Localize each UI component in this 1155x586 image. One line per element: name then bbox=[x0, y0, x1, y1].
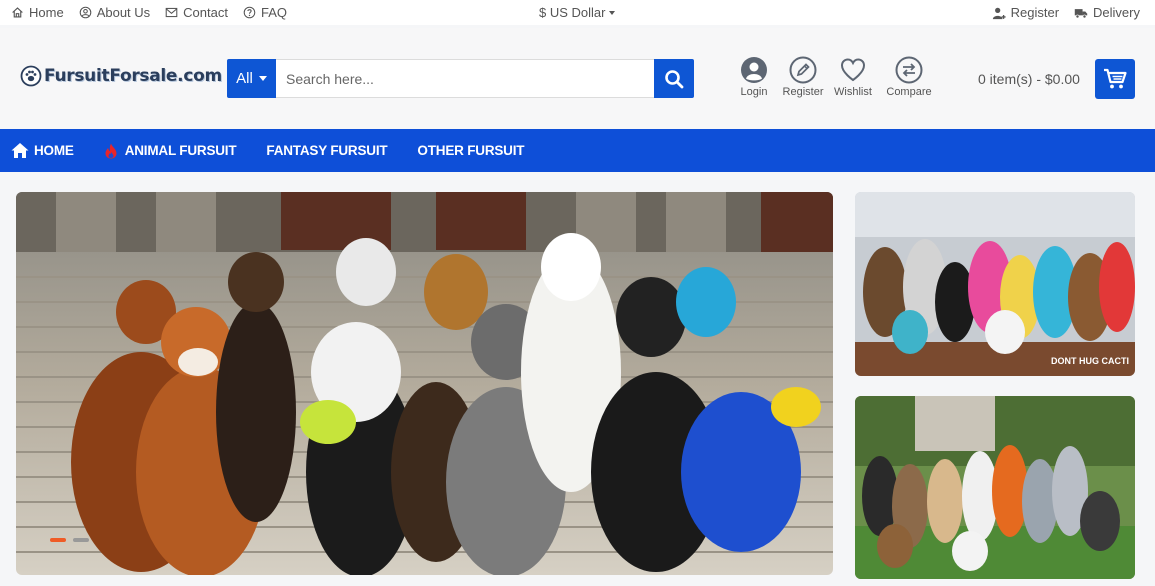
cart-icon bbox=[1103, 68, 1127, 89]
currency-label: $ US Dollar bbox=[539, 5, 606, 20]
top-link-delivery[interactable]: Delivery bbox=[1074, 5, 1140, 20]
top-links: Home About Us Contact FAQ bbox=[11, 0, 302, 25]
top-link-label: About Us bbox=[96, 5, 151, 20]
nav-item-label: FANTASY FURSUIT bbox=[266, 143, 388, 158]
site-header: FursuitForsale.com All Login Register Wi… bbox=[0, 28, 1155, 129]
action-label: Register bbox=[782, 86, 824, 98]
top-link-contact[interactable]: Contact bbox=[165, 5, 228, 20]
chevron-down-icon bbox=[609, 10, 616, 15]
register-button[interactable]: Register bbox=[780, 56, 826, 98]
side-banner-image[interactable] bbox=[855, 396, 1135, 579]
user-icon bbox=[741, 57, 767, 83]
compare-button[interactable]: Compare bbox=[880, 56, 938, 98]
hero-slider[interactable] bbox=[16, 192, 833, 575]
nav-item-fantasy-fursuit[interactable]: FANTASY FURSUIT bbox=[266, 143, 387, 158]
action-label: Wishlist bbox=[834, 86, 872, 98]
main-nav: HOME ANIMAL FURSUIT FANTASY FURSUIT OTHE… bbox=[0, 129, 1155, 172]
compare-icon bbox=[895, 56, 923, 84]
search-button[interactable] bbox=[654, 59, 694, 98]
nav-item-other-fursuit[interactable]: OTHER FURSUIT bbox=[417, 143, 524, 158]
paw-logo-icon bbox=[20, 65, 42, 87]
action-label: Compare bbox=[886, 86, 932, 98]
top-link-label: Contact bbox=[183, 5, 228, 20]
currency-dropdown[interactable]: $ US Dollar bbox=[539, 0, 616, 25]
nav-item-label: OTHER FURSUIT bbox=[417, 143, 525, 158]
slider-dot[interactable] bbox=[50, 538, 66, 542]
header-actions: Login Register Wishlist Compare bbox=[730, 56, 938, 98]
top-link-label: FAQ bbox=[260, 5, 287, 20]
user-plus-icon bbox=[992, 7, 1006, 19]
slider-dots bbox=[50, 538, 96, 542]
logo-text: FursuitForsale.com bbox=[44, 66, 222, 86]
login-button[interactable]: Login bbox=[730, 56, 778, 98]
search-category-label: All bbox=[236, 70, 253, 87]
user-circle-icon bbox=[79, 6, 91, 19]
slider-dot[interactable] bbox=[73, 538, 89, 542]
nav-item-home[interactable]: HOME bbox=[11, 142, 74, 159]
top-link-label: Home bbox=[29, 5, 64, 20]
truck-icon bbox=[1074, 8, 1088, 18]
chevron-down-icon bbox=[258, 76, 267, 81]
nav-item-label: ANIMAL FURSUIT bbox=[124, 143, 237, 158]
nav-item-animal-fursuit[interactable]: ANIMAL FURSUIT bbox=[104, 143, 237, 159]
top-link-register[interactable]: Register bbox=[992, 5, 1059, 20]
top-link-faq[interactable]: FAQ bbox=[243, 5, 287, 20]
top-link-label: Register bbox=[1010, 5, 1060, 20]
top-link-about-us[interactable]: About Us bbox=[79, 5, 150, 20]
side-banner-image[interactable]: DONT HUG CACTI bbox=[855, 192, 1135, 376]
side-banner-2[interactable] bbox=[855, 396, 1135, 579]
search-input[interactable] bbox=[276, 59, 654, 98]
side-banner-watermark: DONT HUG CACTI bbox=[1051, 356, 1129, 366]
top-link-label: Delivery bbox=[1093, 5, 1140, 20]
search-icon bbox=[665, 69, 684, 88]
top-link-home[interactable]: Home bbox=[11, 5, 64, 20]
site-logo[interactable]: FursuitForsale.com bbox=[20, 65, 222, 87]
cart-total[interactable]: 0 item(s) - $0.00 bbox=[978, 71, 1080, 87]
side-banner-1[interactable]: DONT HUG CACTI bbox=[855, 192, 1135, 376]
nav-item-label: HOME bbox=[34, 143, 74, 158]
pencil-icon bbox=[789, 56, 817, 84]
cart-button[interactable] bbox=[1094, 59, 1135, 99]
home-icon bbox=[12, 7, 23, 18]
cart: 0 item(s) - $0.00 bbox=[978, 59, 1135, 99]
search-category-dropdown[interactable]: All bbox=[227, 59, 276, 98]
action-label: Login bbox=[740, 86, 768, 98]
top-right-links: Register Delivery bbox=[977, 0, 1140, 25]
heart-icon bbox=[840, 58, 866, 82]
question-icon bbox=[243, 6, 256, 19]
envelope-icon bbox=[165, 7, 178, 18]
search-bar: All bbox=[227, 59, 694, 98]
flame-icon bbox=[105, 143, 117, 158]
top-bar: Home About Us Contact FAQ $ US Dollar Re… bbox=[0, 0, 1155, 25]
home-icon bbox=[11, 143, 29, 158]
hero-slide-image[interactable] bbox=[16, 192, 833, 575]
wishlist-button[interactable]: Wishlist bbox=[826, 56, 880, 98]
